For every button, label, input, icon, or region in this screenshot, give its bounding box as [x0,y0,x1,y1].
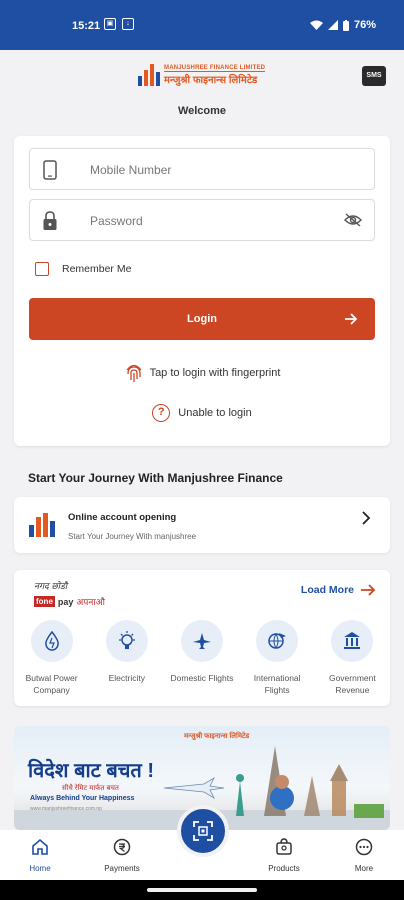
status-time: 15:21 [72,20,101,32]
brand-logo: MANJUSHREE FINANCE LIMITED मन्जुश्री फाइ… [138,64,266,86]
status-bar: 15:21 ▣ ↓ 76% [0,0,404,50]
phone-icon [43,160,57,180]
online-account-subtitle: Start Your Journey With manjushree [68,532,197,541]
nav-home-label: Home [29,864,51,873]
nav-payments-label: Payments [104,864,140,873]
password-placeholder: Password [90,214,143,228]
qr-scan-icon [193,821,213,841]
remember-me-checkbox[interactable] [35,262,49,276]
nav-home[interactable]: Home [10,838,70,873]
mobile-number-field[interactable]: Mobile Number [29,148,375,190]
login-button-label: Login [187,313,217,325]
online-account-opening-card[interactable]: Online account opening Start Your Journe… [14,497,390,553]
nav-more-label: More [354,864,374,873]
lock-icon [43,211,57,230]
arrow-right-icon [345,313,358,325]
journey-section-title: Start Your Journey With Manjushree Finan… [28,471,283,485]
app-header: MANJUSHREE FINANCE LIMITED मन्जुश्री फाइ… [0,50,404,130]
online-account-title: Online account opening [68,512,177,523]
payments-icon [113,838,131,856]
login-button[interactable]: Login [29,298,375,340]
mobile-number-placeholder: Mobile Number [90,163,172,177]
home-icon [32,838,48,855]
remember-me-label: Remember Me [62,263,132,275]
download-icon: ↓ [122,18,134,30]
remember-me[interactable]: Remember Me [35,262,131,276]
bill-item-label: Government Revenue [328,673,376,695]
chevron-right-icon [362,511,371,525]
plane-icon [192,633,211,649]
notification-icon: ▣ [104,18,116,30]
banner-website: www.manjushreefinance.com.np [30,806,102,812]
water-drop-icon [44,631,59,651]
logo-bars-icon [138,64,160,86]
bill-item-label: Electricity [108,673,145,683]
brand-logo-icon [29,513,55,537]
gesture-handle[interactable] [147,888,257,892]
banner-subtitle: सीधै रेमिट मार्फत बचत [62,785,119,792]
banner-headline: विदेश बाट बचत ! [28,760,155,782]
bill-item-domestic-flights[interactable]: Domestic Flights [164,620,239,696]
login-card: Mobile Number Password Remember Me Login… [14,136,390,446]
fingerprint-login[interactable]: Tap to login with fingerprint [14,362,390,384]
fingerprint-icon [126,364,142,382]
unable-to-login-label: Unable to login [178,407,252,419]
password-field[interactable]: Password [29,199,375,241]
bill-payment-list: Butwal Power Company Electricity Domesti… [14,620,390,696]
banner-logo: मन्जुश्री फाइनान्स लिमिटेड [184,733,250,740]
bill-item-label: Domestic Flights [170,673,234,683]
load-more-label: Load More [300,584,354,596]
products-icon [276,838,292,855]
bill-item-label: Butwal Power Company [25,673,78,695]
more-icon [355,838,373,856]
arrow-right-icon [361,584,376,596]
fonepay-fone: fone [34,596,55,607]
battery-percent: 76% [353,19,376,31]
unable-to-login-link[interactable]: ? Unable to login [14,404,390,422]
help-icon: ? [152,404,171,422]
nav-products-label: Products [268,864,300,873]
load-more-button[interactable]: Load More [301,584,376,596]
bill-item-label: International Flights [253,673,301,695]
fonepay-suffix: अपनाऔ [76,597,105,607]
nav-products[interactable]: Products [254,838,314,873]
bulb-icon [118,631,135,649]
nav-payments[interactable]: Payments [92,838,152,873]
welcome-title: Welcome [177,105,227,117]
banner-tagline: Always Behind Your Happiness [30,795,135,802]
bill-item-electricity[interactable]: Electricity [89,620,164,696]
fonepay-logo: नगद छोडौ fone pay अपनाऔ [34,579,105,608]
bill-item-government-revenue[interactable]: Government Revenue [315,620,390,696]
logo-nepali: मन्जुश्री फाइनान्स लिमिटेड [164,71,266,86]
battery-icon [342,19,349,31]
wifi-icon [309,20,323,30]
fingerprint-label: Tap to login with fingerprint [149,367,281,379]
government-building-icon [344,632,361,649]
bill-item-butwal-power[interactable]: Butwal Power Company [14,620,89,696]
fonepay-tagline: नगद छोडौ [34,581,68,591]
system-navigation-bar [0,880,404,900]
eye-off-icon[interactable] [344,213,362,227]
scan-qr-button[interactable] [177,805,229,857]
globe-plane-icon [268,633,287,649]
sms-button[interactable]: SMS [362,66,386,86]
fonepay-pay: pay [57,596,74,607]
nav-more[interactable]: More [334,838,394,873]
fonepay-card: नगद छोडौ fone pay अपनाऔ Load More Butwal… [14,570,390,706]
bill-item-international-flights[interactable]: International Flights [240,620,315,696]
signal-icon [327,20,338,30]
